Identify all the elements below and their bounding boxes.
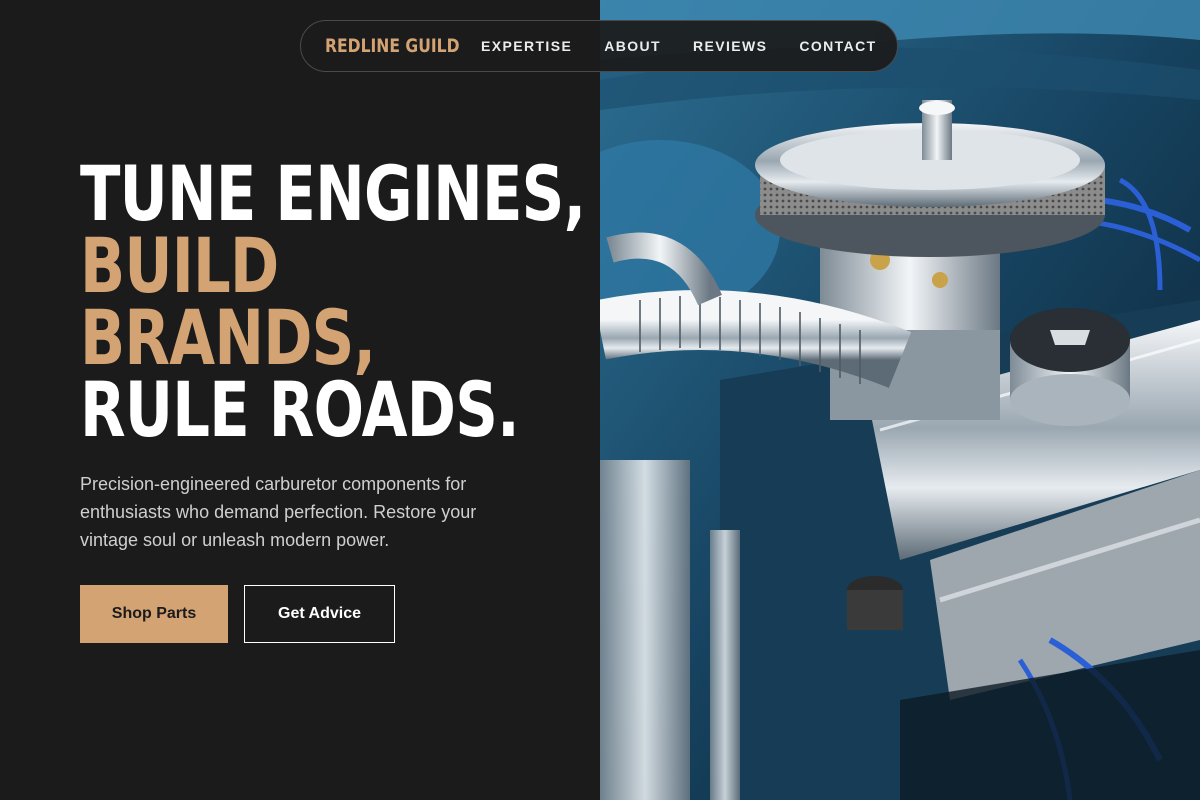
shop-parts-button[interactable]: Shop Parts <box>80 585 228 643</box>
headline-line-2: BUILD <box>80 221 279 310</box>
nav-link-contact[interactable]: CONTACT <box>799 38 876 54</box>
main-nav: REDLINE GUILD EXPERTISE ABOUT REVIEWS CO… <box>300 20 898 72</box>
nav-link-about[interactable]: ABOUT <box>604 38 661 54</box>
brand-logo[interactable]: REDLINE GUILD <box>325 35 460 57</box>
hero-description: Precision-engineered carburetor componen… <box>80 474 477 550</box>
nav-link-reviews[interactable]: REVIEWS <box>693 38 767 54</box>
engine-illustration <box>600 0 1200 800</box>
nav-links: EXPERTISE ABOUT REVIEWS CONTACT <box>481 38 877 54</box>
hero-headline: TUNE ENGINES, BUILD BRANDS, RULE ROADS. <box>80 149 586 454</box>
headline-line-4: RULE ROADS. <box>80 365 520 454</box>
engine-photo <box>600 0 1200 800</box>
headline-line-3: BRANDS, <box>80 293 376 382</box>
get-advice-button[interactable]: Get Advice <box>244 585 395 643</box>
headline-line-1: TUNE ENGINES, <box>80 149 586 238</box>
nav-link-expertise[interactable]: EXPERTISE <box>481 38 572 54</box>
